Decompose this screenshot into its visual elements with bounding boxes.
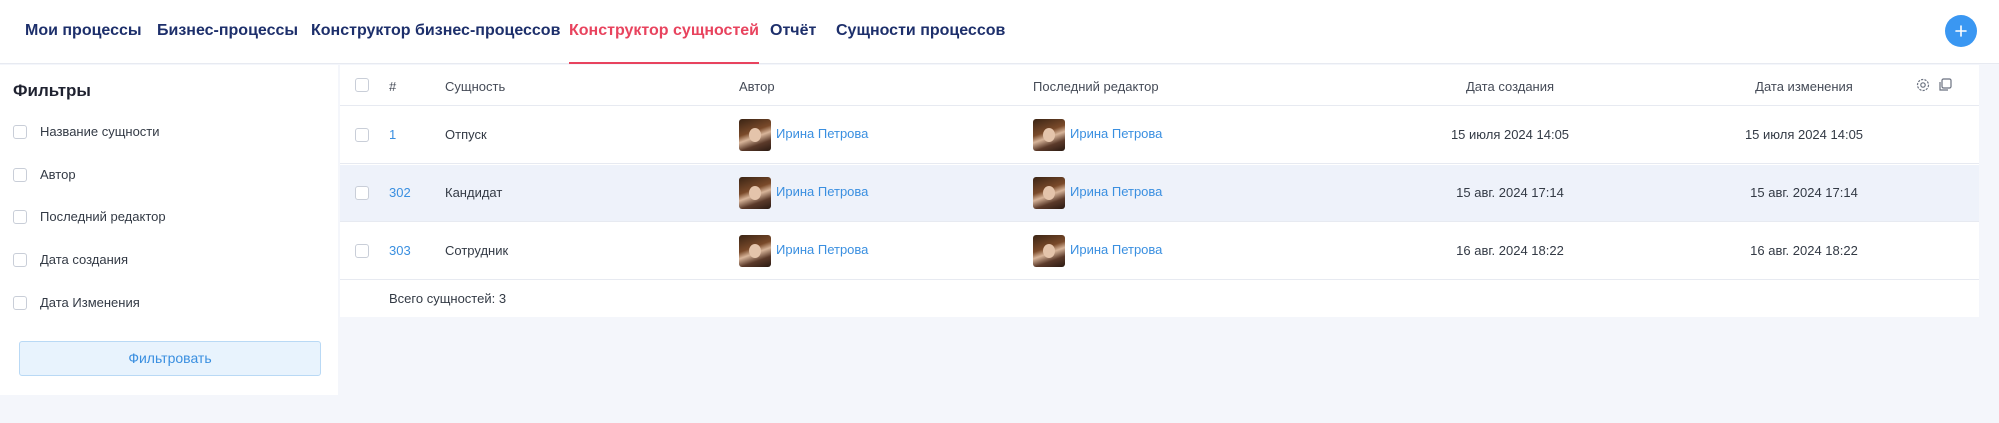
tab-report[interactable]: Отчёт [770, 0, 816, 64]
plus-icon [1955, 25, 1967, 37]
editor-name-link[interactable]: Ирина Петрова [1070, 242, 1162, 257]
tab-process-constructor[interactable]: Конструктор бизнес-процессов [311, 0, 560, 64]
column-header-editor[interactable]: Последний редактор [1033, 79, 1159, 94]
column-header-author[interactable]: Автор [739, 79, 775, 94]
table-row[interactable]: 303 Сотрудник Ирина Петрова Ирина Петров… [340, 223, 1979, 280]
tab-process-entities[interactable]: Сущности процессов [836, 0, 1005, 64]
author-name-link[interactable]: Ирина Петрова [776, 242, 868, 257]
row-number-link[interactable]: 1 [389, 127, 396, 142]
filter-checkbox[interactable] [13, 210, 27, 224]
row-checkbox[interactable] [355, 128, 369, 142]
filters-panel: Фильтры Название сущности Автор Последни… [0, 65, 338, 395]
table-row[interactable]: 1 Отпуск Ирина Петрова Ирина Петрова 15 … [340, 107, 1979, 164]
author-name-link[interactable]: Ирина Петрова [776, 126, 868, 141]
filter-checkbox[interactable] [13, 125, 27, 139]
avatar [739, 177, 771, 209]
row-created-date: 16 авг. 2024 18:22 [1456, 243, 1564, 258]
filter-label: Дата Изменения [40, 295, 140, 310]
avatar [1033, 119, 1065, 151]
editor-name-link[interactable]: Ирина Петрова [1070, 126, 1162, 141]
copy-icon[interactable] [1937, 77, 1953, 93]
filter-button[interactable]: Фильтровать [19, 341, 321, 376]
top-navigation: Мои процессы Бизнес-процессы Конструктор… [0, 0, 1999, 64]
column-header-modified[interactable]: Дата изменения [1704, 79, 1904, 94]
column-header-number[interactable]: # [389, 79, 396, 94]
row-entity: Кандидат [445, 185, 503, 200]
row-checkbox[interactable] [355, 186, 369, 200]
row-modified-date: 15 авг. 2024 17:14 [1750, 185, 1858, 200]
row-created-date: 15 июля 2024 14:05 [1450, 127, 1570, 142]
filter-label: Последний редактор [40, 209, 166, 224]
select-all-checkbox[interactable] [355, 78, 369, 92]
filter-checkbox[interactable] [13, 253, 27, 267]
row-entity: Отпуск [445, 127, 487, 142]
column-header-entity[interactable]: Сущность [445, 79, 505, 94]
filter-label: Дата создания [40, 252, 129, 267]
filter-label: Название сущности [40, 124, 160, 139]
gear-icon[interactable] [1915, 77, 1931, 93]
avatar [1033, 177, 1065, 209]
table-header: # Сущность Автор Последний редактор Дата… [340, 65, 1979, 106]
avatar [739, 119, 771, 151]
row-checkbox[interactable] [355, 244, 369, 258]
column-header-created[interactable]: Дата создания [1410, 79, 1610, 94]
add-button[interactable] [1945, 15, 1977, 47]
total-count: Всего сущностей: 3 [389, 291, 507, 306]
editor-name-link[interactable]: Ирина Петрова [1070, 184, 1162, 199]
entities-table: # Сущность Автор Последний редактор Дата… [340, 65, 1979, 317]
filter-label: Автор [40, 167, 76, 182]
row-entity: Сотрудник [445, 243, 509, 258]
row-modified-date: 15 июля 2024 14:05 [1744, 127, 1864, 142]
row-created-date: 15 авг. 2024 17:14 [1456, 185, 1564, 200]
row-number-link[interactable]: 302 [389, 185, 411, 200]
table-row[interactable]: 302 Кандидат Ирина Петрова Ирина Петрова… [340, 165, 1979, 222]
tab-my-processes[interactable]: Мои процессы [25, 0, 142, 64]
avatar [739, 235, 771, 267]
filter-checkbox[interactable] [13, 296, 27, 310]
tab-business-processes[interactable]: Бизнес-процессы [157, 0, 298, 64]
row-modified-date: 16 авг. 2024 18:22 [1750, 243, 1858, 258]
filters-title: Фильтры [13, 81, 91, 100]
author-name-link[interactable]: Ирина Петрова [776, 184, 868, 199]
row-number-link[interactable]: 303 [389, 243, 411, 258]
filter-checkbox[interactable] [13, 168, 27, 182]
avatar [1033, 235, 1065, 267]
tab-entity-constructor[interactable]: Конструктор сущностей [569, 0, 760, 64]
